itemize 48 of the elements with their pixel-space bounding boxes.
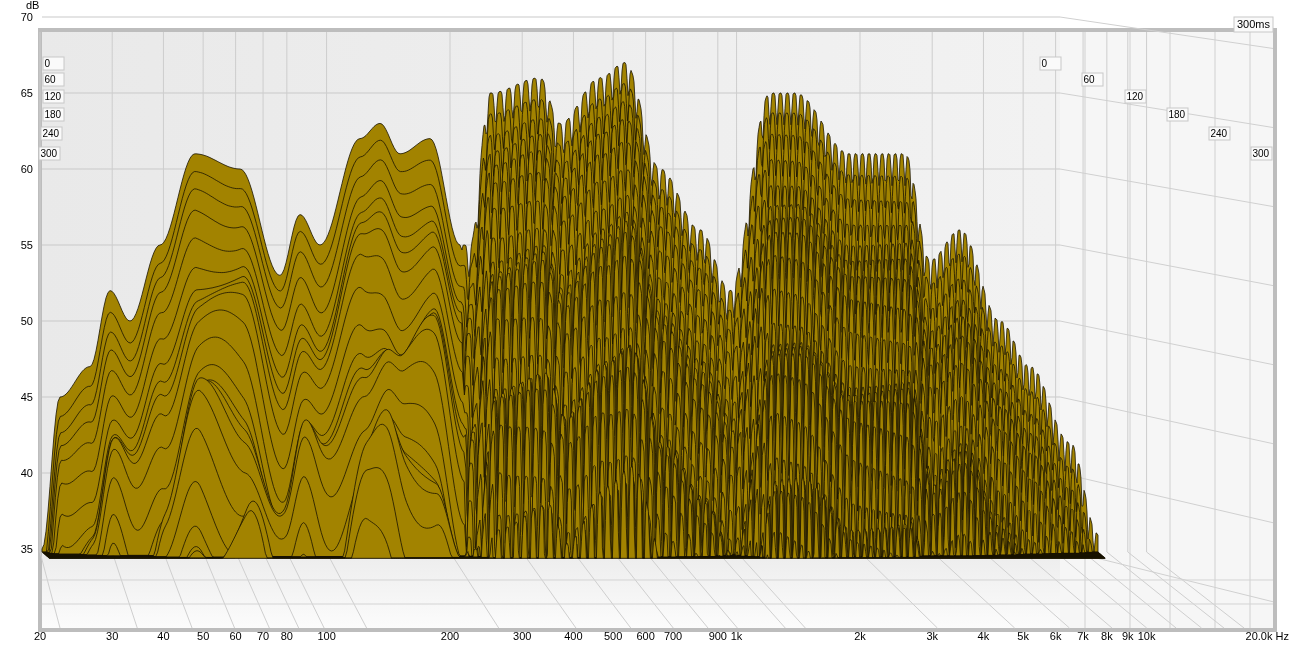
x-axis-label: 700 [663,630,683,642]
time-label: 240 [40,126,63,141]
x-axis-label: 4k [977,630,990,642]
x-axis-label: 200 [440,630,460,642]
x-axis-label: 5k [1017,630,1029,642]
y-axis-label: 45 [20,391,33,403]
x-axis-label: 40 [157,630,170,642]
y-axis-label: 65 [20,87,33,99]
x-axis-label: 50 [197,630,210,642]
time-label: 60 [1081,72,1104,87]
x-axis-label: 1k [730,630,743,642]
time-range-label: 300ms [1233,16,1274,33]
x-axis-label: 70 [256,630,270,642]
time-label: 300 [38,146,61,161]
y-axis-label: 55 [20,239,33,251]
y-axis-label: 40 [20,467,33,479]
x-axis-label: 80 [280,630,293,642]
time-label: 0 [1039,56,1062,71]
x-axis-label: 900 [708,630,727,642]
y-axis-unit: dB [26,0,40,11]
x-axis-label: 10k [1137,630,1156,642]
time-label: 120 [1124,89,1147,104]
x-axis-label: 7k [1077,630,1089,642]
y-axis-label: 70 [20,11,33,23]
x-axis-label: 3k [926,630,938,642]
time-label: 240 [1208,126,1231,141]
x-axis-label: 600 [636,630,655,642]
time-label: 60 [42,72,65,87]
time-label: 180 [42,107,65,122]
x-axis-label: 500 [604,630,623,642]
y-axis-label: 35 [20,543,33,555]
y-axis-label: 60 [20,163,33,175]
x-axis-label: 400 [564,630,583,642]
x-axis-label: 30 [106,630,119,642]
x-axis-label: 2k [854,630,866,642]
x-axis-label: 6k [1049,630,1062,642]
time-label: 120 [42,89,65,104]
x-axis-label: 20.0k Hz [1245,630,1289,642]
x-axis-label: 60 [229,630,242,642]
x-axis-label: 8k [1101,630,1113,642]
x-axis-label: 20 [33,630,47,642]
time-label: 180 [1166,107,1189,122]
x-axis-label: 9k [1122,630,1134,642]
y-axis-label: 50 [20,315,33,327]
x-axis-label: 100 [317,630,336,642]
time-label: 300 [1250,146,1273,161]
time-label: 0 [42,56,65,71]
x-axis-label: 300 [513,630,532,642]
